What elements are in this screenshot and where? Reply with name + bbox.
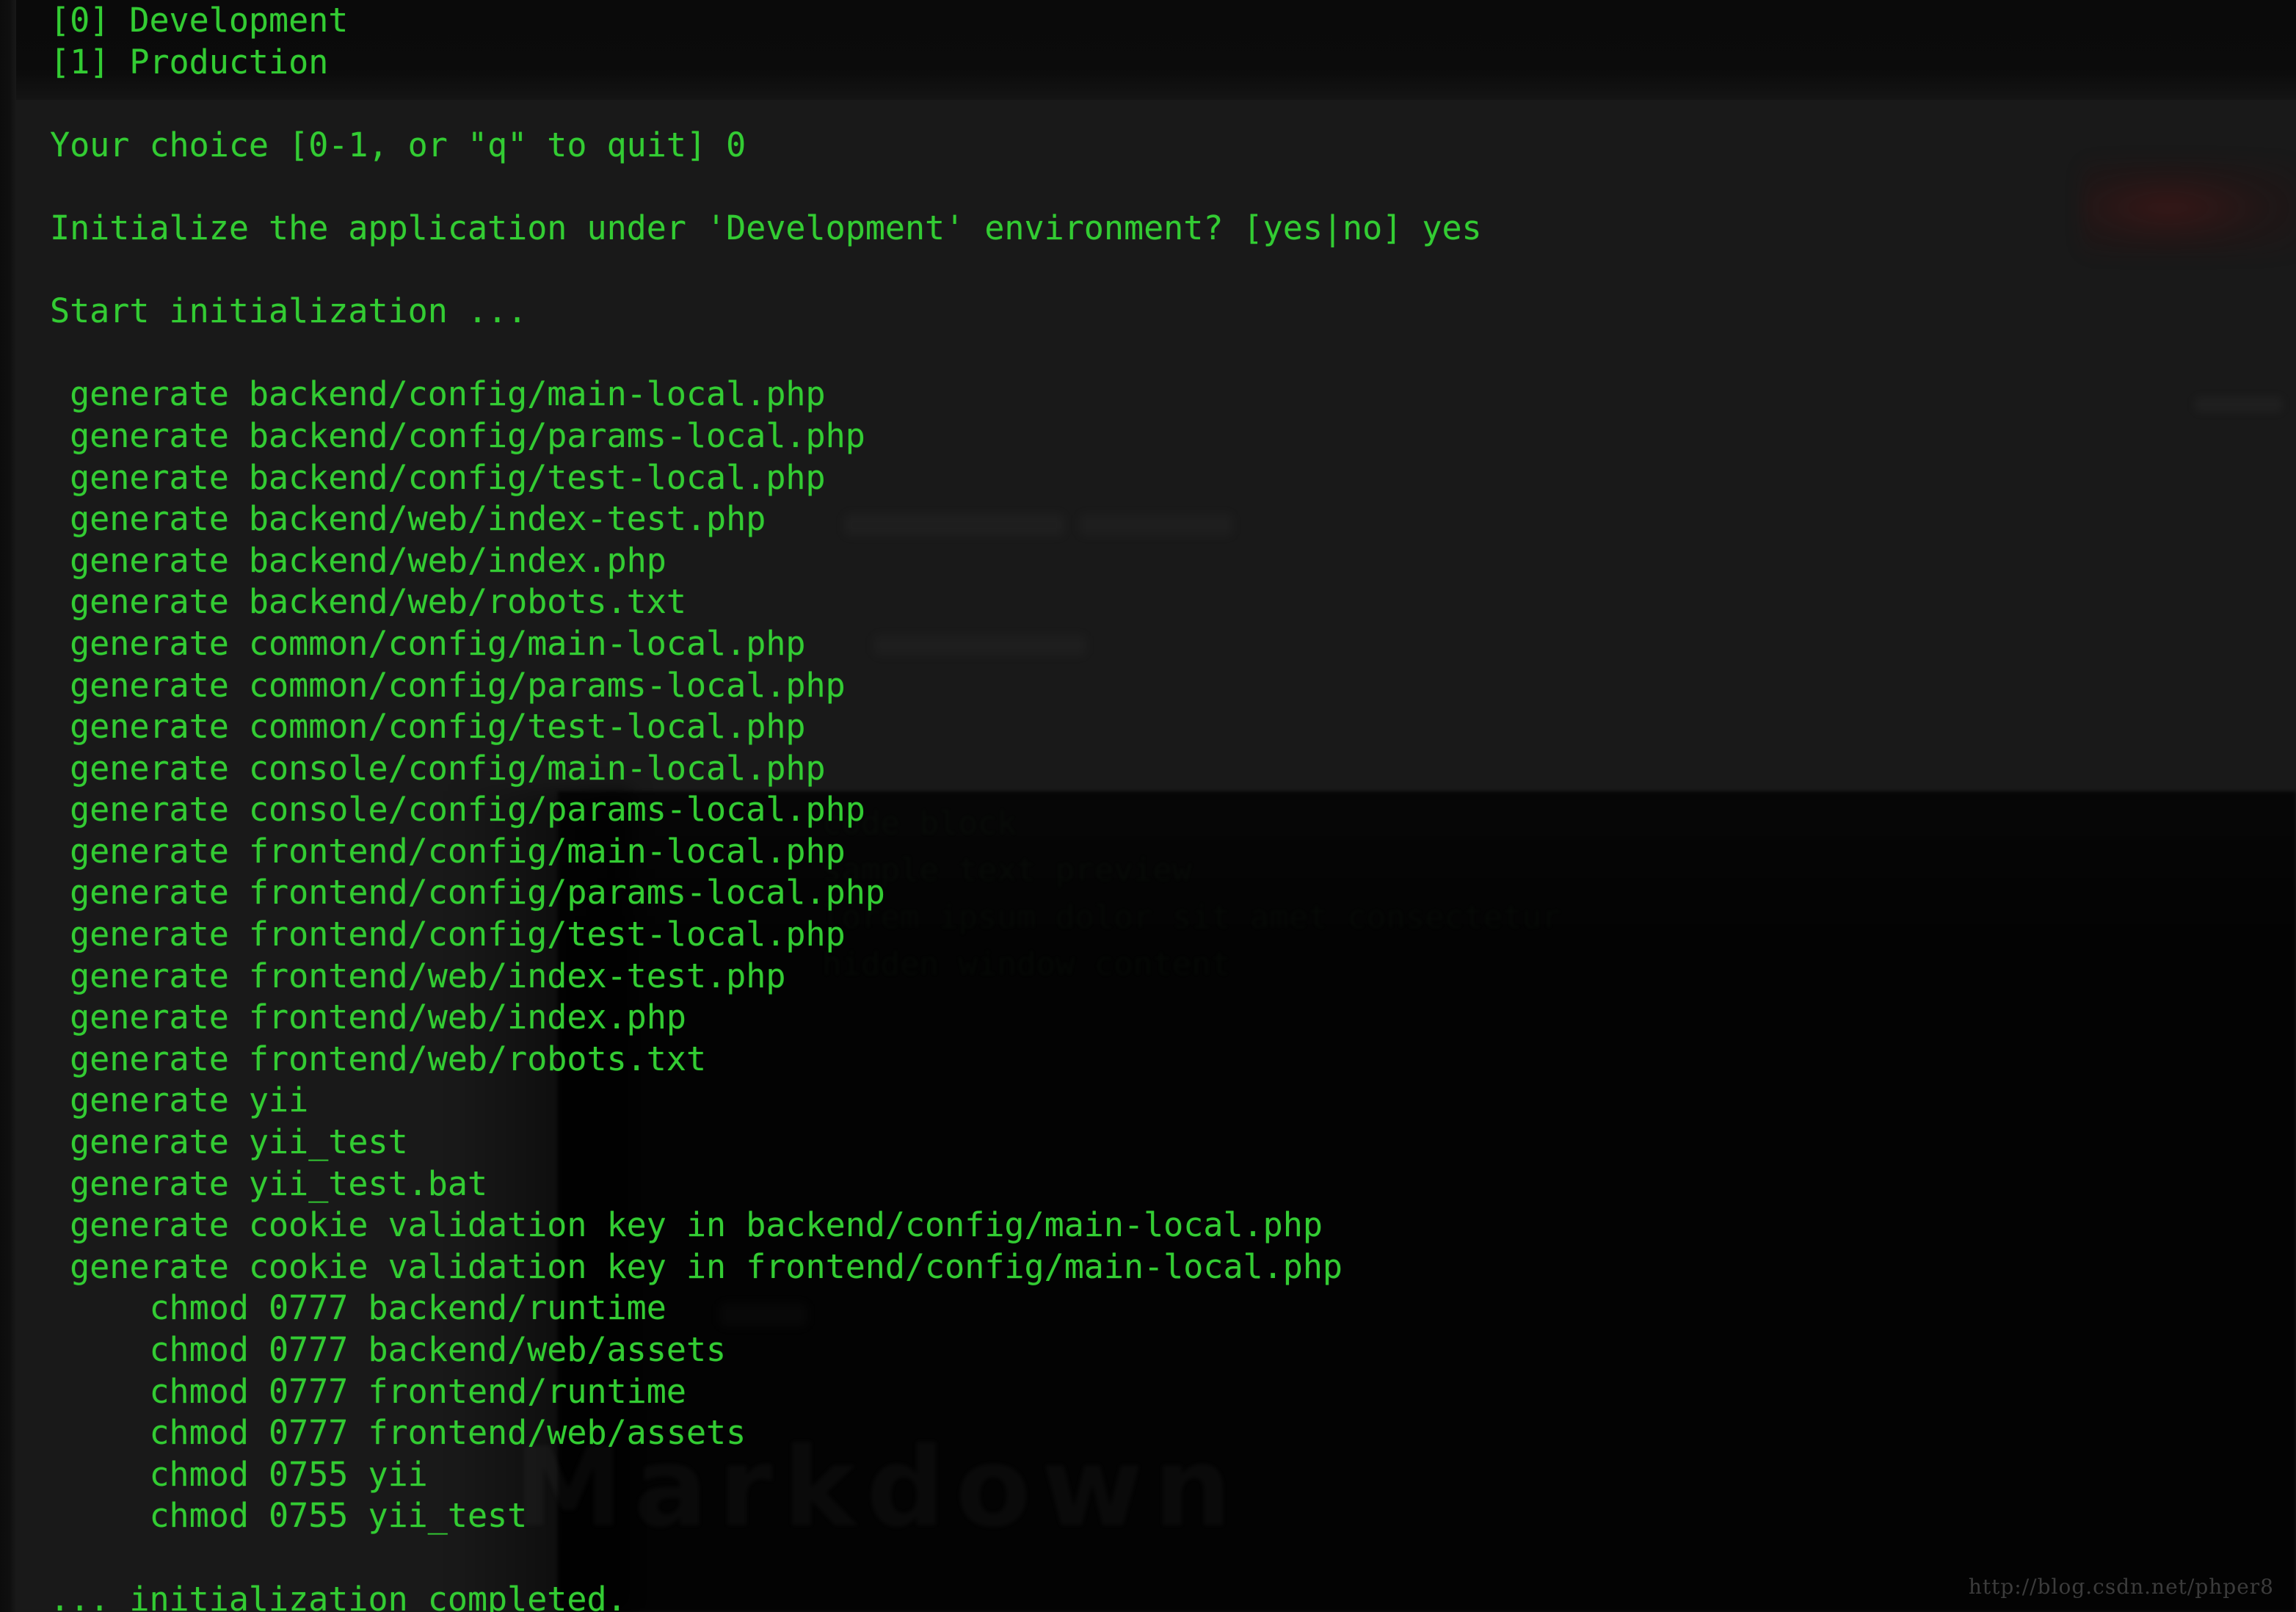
terminal-line: ... initialization completed. — [50, 1579, 627, 1612]
terminal-line: chmod 0755 yii_test — [50, 1496, 528, 1536]
terminal-line: chmod 0777 backend/runtime — [50, 1288, 666, 1328]
terminal-line: generate common/config/params-local.php — [50, 665, 846, 705]
terminal-line: chmod 0755 yii — [50, 1454, 428, 1494]
watermark: http://blog.csdn.net/phper8 — [1968, 1575, 2274, 1599]
terminal-line: generate yii_test — [50, 1122, 408, 1162]
terminal-window[interactable]: code block sample text preview lorem ips… — [0, 0, 2296, 1612]
terminal-line: chmod 0777 frontend/runtime — [50, 1371, 686, 1411]
terminal-line: generate yii — [50, 1081, 309, 1120]
terminal-line: generate backend/web/robots.txt — [50, 582, 686, 622]
terminal-line: generate cookie validation key in fronte… — [50, 1246, 1343, 1286]
terminal-line: generate yii_test.bat — [50, 1163, 488, 1203]
terminal-line: generate frontend/config/params-local.ph… — [50, 873, 885, 912]
terminal-line: generate frontend/config/test-local.php — [50, 915, 846, 954]
terminal-line: generate backend/config/main-local.php — [50, 374, 826, 414]
terminal-line: generate backend/web/index.php — [50, 540, 666, 580]
terminal-line: generate frontend/web/robots.txt — [50, 1039, 707, 1078]
terminal-line: generate cookie validation key in backen… — [50, 1205, 1323, 1245]
terminal-line: Your choice [0-1, or "q" to quit] 0 — [50, 125, 746, 164]
terminal-line: chmod 0777 backend/web/assets — [50, 1330, 727, 1369]
terminal-line: generate backend/web/index-test.php — [50, 499, 766, 539]
terminal-line: generate console/config/params-local.php — [50, 790, 865, 829]
terminal-line: Initialize the application under 'Develo… — [50, 208, 1482, 247]
terminal-line: generate common/config/test-local.php — [50, 707, 806, 747]
terminal-line: [1] Production — [50, 42, 329, 81]
terminal-line: chmod 0777 frontend/web/assets — [50, 1413, 746, 1453]
terminal-line: generate frontend/web/index.php — [50, 998, 686, 1037]
terminal-line: generate frontend/config/main-local.php — [50, 831, 846, 871]
terminal-line: generate backend/config/params-local.php — [50, 415, 865, 455]
terminal-line: [0] Development — [50, 1, 349, 40]
terminal-line: Start initialization ... — [50, 291, 528, 331]
terminal-line: generate backend/config/test-local.php — [50, 457, 826, 497]
terminal-line: generate console/config/main-local.php — [50, 748, 826, 788]
terminal-line: generate common/config/main-local.php — [50, 623, 806, 663]
terminal-line: generate frontend/web/index-test.php — [50, 956, 786, 995]
terminal-output[interactable]: [0] Development [1] Production Your choic… — [0, 0, 2296, 1612]
